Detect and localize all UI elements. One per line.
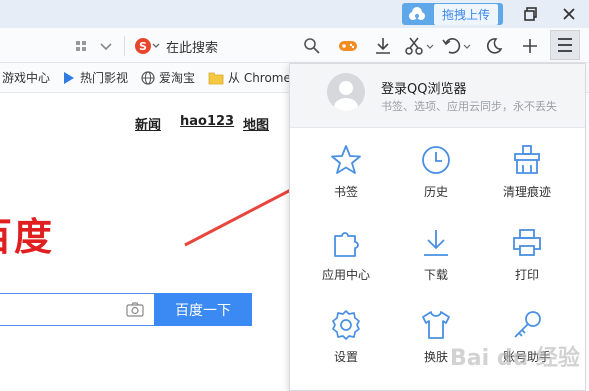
bookmark-game-center[interactable]: 游戏中心 — [2, 69, 50, 86]
user-silhouette-icon — [334, 81, 358, 111]
nav-link-hao123[interactable]: hao123 — [180, 114, 234, 129]
download-icon — [424, 230, 448, 256]
drag-upload-button[interactable]: 拖拽上传 — [402, 3, 503, 25]
sogou-search-icon[interactable]: S — [134, 36, 160, 56]
menu-item-settings[interactable]: 设置 — [301, 308, 391, 378]
nav-link-map[interactable]: 地图 — [243, 114, 269, 133]
menu-item-label: 清理痕迹 — [502, 185, 551, 199]
login-subtitle: 书签、选项、应用云同步，永不丢失 — [381, 100, 557, 113]
menu-item-label: 打印 — [514, 268, 539, 282]
cloud-icon — [409, 7, 425, 20]
camera-icon[interactable] — [126, 300, 144, 318]
key-icon — [514, 311, 541, 338]
svg-text:S: S — [139, 40, 147, 53]
nav-link-news[interactable]: 新闻 — [135, 114, 161, 133]
menu-item-label: 下载 — [423, 268, 448, 282]
undo-icon[interactable] — [442, 36, 472, 56]
restore-window-icon[interactable] — [522, 5, 540, 23]
globe-icon — [141, 70, 155, 85]
puzzle-icon — [334, 232, 359, 257]
bookmark-from-chrome[interactable]: 从 Chrome — [208, 69, 291, 86]
chevron-down-icon[interactable] — [96, 36, 116, 56]
menu-item-history[interactable]: 历史 — [391, 143, 481, 213]
menu-item-label: 换肤 — [423, 350, 448, 364]
baidu-logo: 百度 — [0, 215, 55, 259]
login-title[interactable]: 登录QQ浏览器 — [381, 78, 466, 97]
bookmark-label: 热门影视 — [80, 71, 129, 85]
menu-item-label: 设置 — [333, 350, 358, 364]
bookmark-ai-taobao[interactable]: 爱淘宝 — [141, 69, 195, 86]
clock-icon — [422, 146, 450, 174]
download-toolbar-icon[interactable] — [373, 36, 393, 56]
avatar[interactable] — [327, 73, 365, 111]
menu-item-label: 书签 — [333, 185, 358, 199]
new-tab-icon[interactable] — [520, 36, 540, 56]
star-icon — [331, 145, 361, 174]
drag-upload-label: 拖拽上传 — [434, 3, 499, 25]
night-mode-icon[interactable] — [484, 36, 504, 56]
bookmark-hot-videos[interactable]: 热门影视 — [62, 69, 128, 86]
search-box[interactable]: 在此搜索 — [166, 37, 218, 56]
menu-item-print[interactable]: 打印 — [482, 226, 572, 296]
watermark: Bai du 经验 — [450, 346, 580, 371]
menu-item-downloads[interactable]: 下载 — [391, 226, 481, 296]
baidu-search-button[interactable]: 百度一下 — [154, 293, 252, 326]
menu-item-label: 历史 — [423, 185, 448, 199]
gamepad-icon[interactable] — [338, 36, 358, 56]
close-window-icon[interactable] — [560, 5, 578, 23]
bookmark-label: 从 Chrome — [228, 71, 291, 85]
bookmark-label: 游戏中心 — [2, 71, 51, 85]
shirt-icon — [422, 311, 450, 339]
play-icon — [64, 71, 74, 84]
folder-icon — [208, 72, 224, 84]
menu-item-clear-traces[interactable]: 清理痕迹 — [482, 143, 572, 213]
menu-item-app-center[interactable]: 应用中心 — [301, 226, 391, 296]
bookmark-label: 爱淘宝 — [159, 71, 196, 85]
printer-icon — [513, 229, 541, 256]
scissors-icon[interactable] — [404, 36, 434, 56]
search-icon[interactable] — [302, 36, 322, 56]
menu-item-bookmarks[interactable]: 书签 — [301, 143, 391, 213]
menu-item-label: 应用中心 — [321, 268, 370, 282]
hamburger-icon — [558, 38, 572, 52]
grid-icon[interactable] — [72, 36, 92, 56]
menu-button[interactable] — [550, 30, 580, 60]
gear-icon — [332, 310, 360, 340]
broom-icon — [514, 145, 540, 174]
